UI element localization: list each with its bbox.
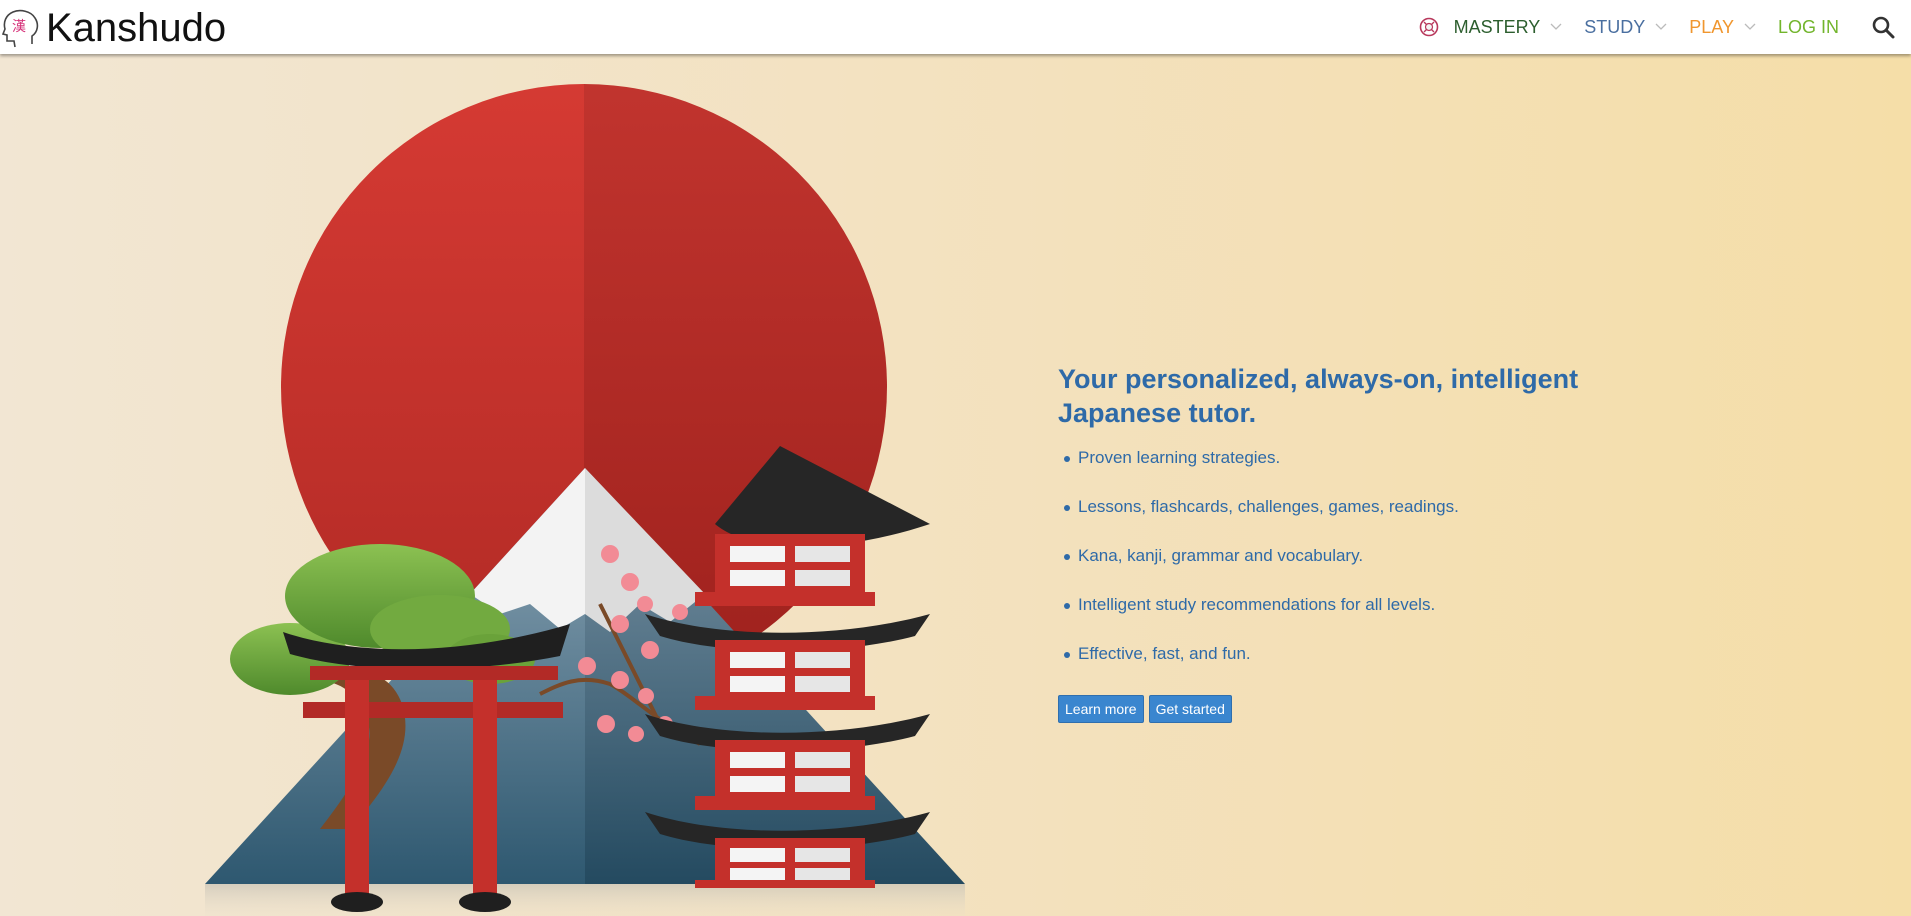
bullet-icon: [1064, 603, 1070, 609]
search-icon[interactable]: [1871, 15, 1895, 39]
hero-headline: Your personalized, always-on, intelligen…: [1058, 364, 1579, 428]
hero-buttons: Learn more Get started: [1058, 695, 1658, 723]
nav-login[interactable]: LOG IN: [1778, 17, 1839, 38]
bullet-icon: [1064, 505, 1070, 511]
nav-study[interactable]: STUDY: [1584, 17, 1667, 38]
head-logo-icon: 漢: [2, 9, 39, 48]
feature-text: Effective, fast, and fun.: [1078, 644, 1251, 663]
nav-mastery-label: MASTERY: [1453, 16, 1541, 37]
feature-item: Kana, kanji, grammar and vocabulary.: [1058, 546, 1658, 595]
feature-text: Proven learning strategies.: [1078, 448, 1281, 467]
get-started-button[interactable]: Get started: [1148, 695, 1232, 723]
brand-name[interactable]: Kanshudo: [46, 6, 226, 50]
hero-section: Your personalized, always-on, intelligen…: [0, 54, 1911, 916]
svg-text:漢: 漢: [12, 19, 26, 35]
nav-study-label: STUDY: [1584, 16, 1646, 37]
nav-login-label: LOG IN: [1777, 16, 1839, 37]
feature-list: Proven learning strategies. Lessons, fla…: [1058, 448, 1658, 693]
mastery-icon[interactable]: [1418, 16, 1440, 38]
nav-play-label: PLAY: [1689, 16, 1734, 37]
feature-item: Intelligent study recommendations for al…: [1058, 595, 1658, 644]
feature-item: Proven learning strategies.: [1058, 448, 1658, 497]
bullet-icon: [1064, 554, 1070, 560]
brand[interactable]: 漢 Kanshudo: [2, 6, 226, 50]
feature-text: Intelligent study recommendations for al…: [1078, 595, 1436, 614]
top-navbar: 漢 Kanshudo MASTERY STUDY PLAY LOG IN: [0, 0, 1911, 54]
hero-content: Your personalized, always-on, intelligen…: [1058, 362, 1658, 723]
nav-play[interactable]: PLAY: [1689, 17, 1756, 38]
feature-text: Lessons, flashcards, challenges, games, …: [1078, 497, 1459, 516]
feature-text: Kana, kanji, grammar and vocabulary.: [1078, 546, 1364, 565]
chevron-down-icon: [1744, 23, 1756, 30]
feature-item: Effective, fast, and fun.: [1058, 644, 1658, 693]
chevron-down-icon: [1655, 23, 1667, 30]
feature-item: Lessons, flashcards, challenges, games, …: [1058, 497, 1658, 546]
japan-landscape-illustration: [205, 84, 965, 916]
bullet-icon: [1064, 652, 1070, 658]
bullet-icon: [1064, 456, 1070, 462]
learn-more-button[interactable]: Learn more: [1058, 695, 1144, 723]
main-nav: MASTERY STUDY PLAY LOG IN: [1418, 0, 1911, 54]
chevron-down-icon: [1550, 23, 1562, 30]
nav-mastery[interactable]: MASTERY: [1454, 17, 1563, 38]
